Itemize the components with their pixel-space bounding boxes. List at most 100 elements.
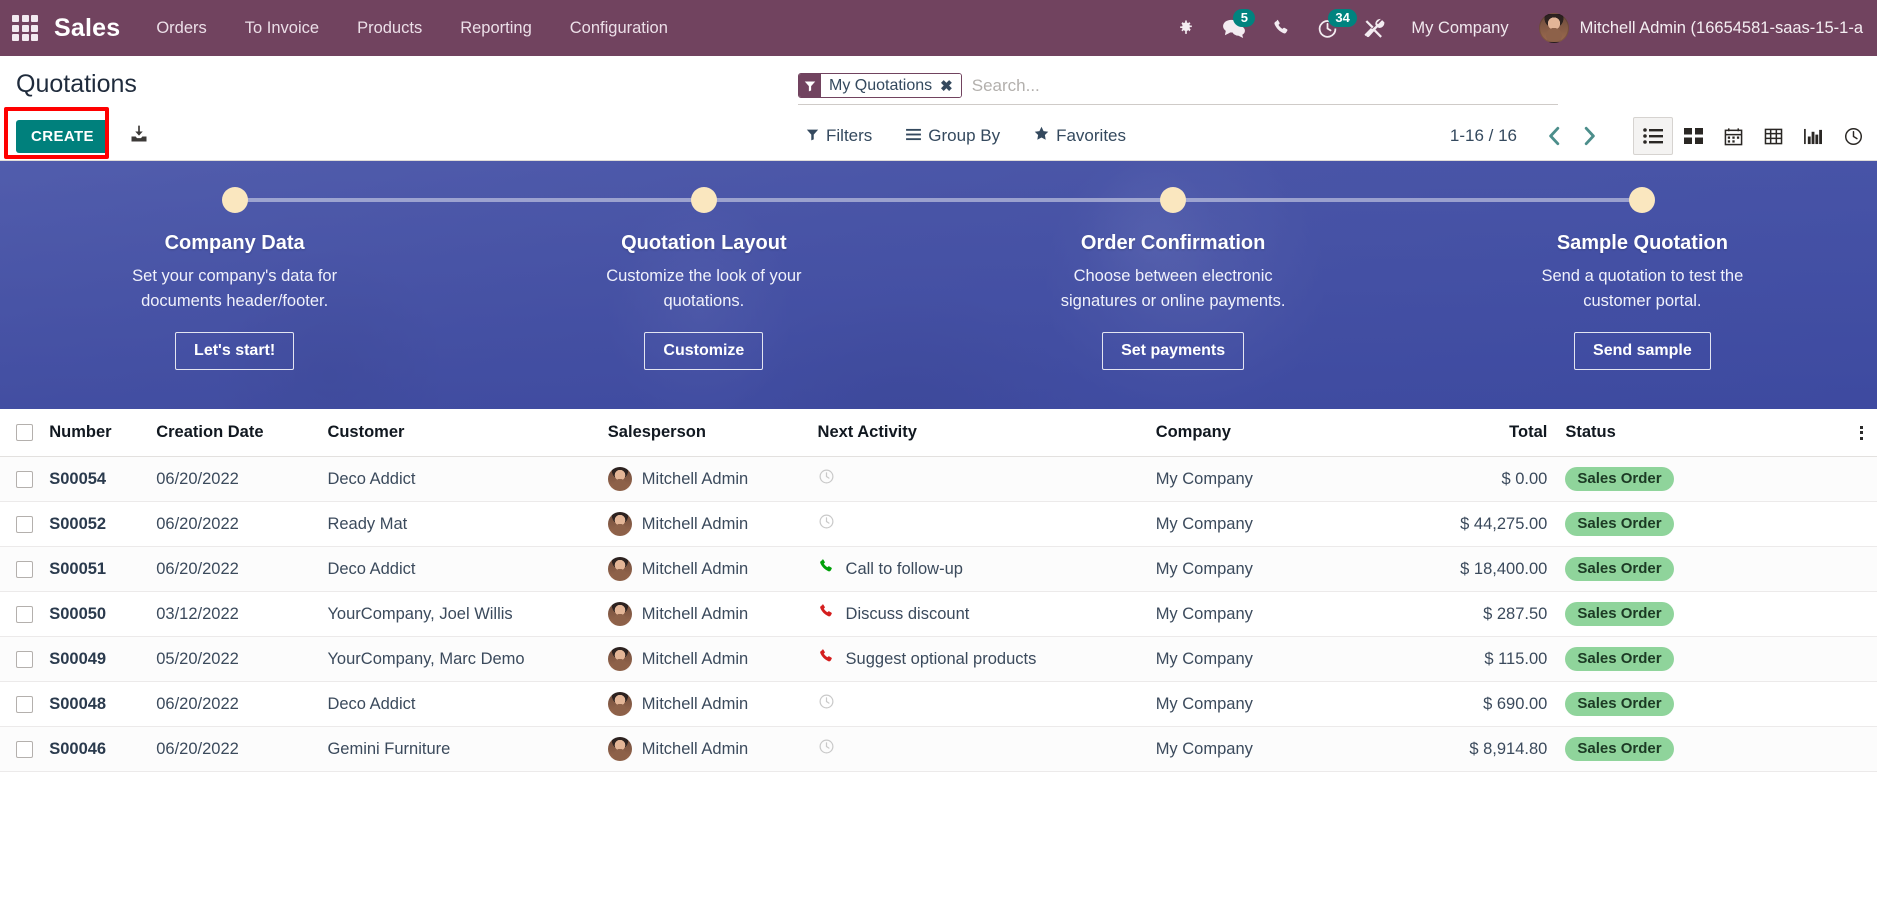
- cell-number[interactable]: S00048: [49, 681, 157, 727]
- list-view-icon[interactable]: [1633, 117, 1673, 155]
- activities-clock-icon[interactable]: 34: [1317, 8, 1357, 39]
- table-row[interactable]: S00054 06/20/2022 Deco Addict Mitchell A…: [0, 456, 1877, 502]
- cell-number[interactable]: S00046: [49, 726, 157, 772]
- column-header-creation-date[interactable]: Creation Date: [156, 409, 328, 457]
- cell-salesperson: Mitchell Admin: [607, 456, 818, 502]
- cell-total: $ 44,275.00: [1421, 501, 1548, 547]
- nav-item-products[interactable]: Products: [357, 19, 422, 38]
- step-connector-line: [703, 198, 1174, 202]
- chevron-right-icon[interactable]: [1572, 125, 1607, 147]
- import-download-icon[interactable]: [129, 124, 149, 149]
- row-optional-cell: [1846, 456, 1877, 502]
- activity-view-icon[interactable]: [1833, 117, 1873, 155]
- cell-number[interactable]: S00054: [49, 456, 157, 502]
- messages-icon[interactable]: 5: [1222, 9, 1256, 38]
- row-checkbox[interactable]: [16, 560, 33, 578]
- salesperson-name: Mitchell Admin: [641, 739, 749, 758]
- tools-icon[interactable]: [1364, 18, 1385, 39]
- row-checkbox[interactable]: [16, 695, 33, 713]
- table-row[interactable]: S00051 06/20/2022 Deco Addict Mitchell A…: [0, 546, 1877, 592]
- filters-dropdown[interactable]: Filters: [806, 126, 872, 146]
- nav-item-orders[interactable]: Orders: [156, 19, 206, 38]
- calendar-view-icon[interactable]: [1713, 117, 1753, 155]
- row-checkbox[interactable]: [16, 515, 33, 533]
- cell-creation-date: 06/20/2022: [156, 546, 328, 592]
- cell-salesperson: Mitchell Admin: [607, 681, 818, 727]
- nav-item-configuration[interactable]: Configuration: [570, 19, 668, 38]
- search-facet-my-quotations[interactable]: My Quotations ✖: [798, 73, 962, 98]
- optional-columns-icon[interactable]: [1847, 425, 1877, 440]
- group-by-dropdown[interactable]: Group By: [906, 126, 1000, 146]
- column-header-company[interactable]: Company: [1155, 409, 1422, 457]
- column-header-customer[interactable]: Customer: [327, 409, 608, 457]
- row-optional-cell: [1846, 636, 1877, 682]
- cell-next-activity[interactable]: Call to follow-up: [817, 546, 1156, 592]
- phone-icon[interactable]: [1272, 18, 1291, 38]
- row-checkbox[interactable]: [16, 605, 33, 623]
- select-all-checkbox[interactable]: [16, 424, 33, 441]
- cell-number[interactable]: S00049: [49, 636, 157, 682]
- row-checkbox[interactable]: [16, 470, 33, 488]
- navbar-company[interactable]: My Company: [1411, 19, 1508, 38]
- apps-grid-icon[interactable]: [10, 13, 40, 43]
- customize-button[interactable]: Customize: [644, 332, 764, 370]
- clock-icon: [818, 693, 835, 715]
- cell-number[interactable]: S00052: [49, 501, 157, 547]
- table-row[interactable]: S00046 06/20/2022 Gemini Furniture Mitch…: [0, 726, 1877, 772]
- table-row[interactable]: S00052 06/20/2022 Ready Mat Mitchell Adm…: [0, 501, 1877, 547]
- salesperson-name: Mitchell Admin: [641, 559, 749, 578]
- column-header-status[interactable]: Status: [1547, 409, 1847, 457]
- nav-item-reporting[interactable]: Reporting: [460, 19, 532, 38]
- table-header-row: Number Creation Date Customer Salesperso…: [0, 409, 1877, 457]
- send-sample-button[interactable]: Send sample: [1574, 332, 1711, 370]
- step-dot[interactable]: [1160, 187, 1187, 213]
- cell-next-activity[interactable]: [817, 456, 1156, 502]
- row-select-cell: [0, 501, 50, 547]
- cell-next-activity[interactable]: Suggest optional products: [817, 636, 1156, 682]
- cell-next-activity[interactable]: [817, 681, 1156, 727]
- table-row[interactable]: S00050 03/12/2022 YourCompany, Joel Will…: [0, 591, 1877, 637]
- cell-next-activity[interactable]: [817, 501, 1156, 547]
- top-navbar: Sales Orders To Invoice Products Reporti…: [0, 0, 1877, 56]
- column-header-next-activity[interactable]: Next Activity: [817, 409, 1156, 457]
- cell-number[interactable]: S00051: [49, 546, 157, 592]
- cell-company: My Company: [1155, 546, 1422, 592]
- table-row[interactable]: S00048 06/20/2022 Deco Addict Mitchell A…: [0, 681, 1877, 727]
- row-checkbox[interactable]: [16, 740, 33, 758]
- cell-next-activity[interactable]: [817, 726, 1156, 772]
- graph-view-icon[interactable]: [1793, 117, 1833, 155]
- salesperson-name: Mitchell Admin: [641, 514, 749, 533]
- step-dot[interactable]: [690, 187, 717, 213]
- cell-company: My Company: [1155, 636, 1422, 682]
- step-dot[interactable]: [1629, 187, 1656, 213]
- favorites-dropdown[interactable]: Favorites: [1034, 126, 1126, 146]
- chevron-left-icon[interactable]: [1537, 125, 1572, 147]
- column-header-salesperson[interactable]: Salesperson: [607, 409, 818, 457]
- user-menu[interactable]: Mitchell Admin (16654581-saas-15-1-a: [1538, 13, 1863, 43]
- lets-start-button[interactable]: Let's start!: [175, 332, 295, 370]
- pager-count[interactable]: 1-16 / 16: [1450, 126, 1517, 146]
- cell-total: $ 18,400.00: [1421, 546, 1548, 592]
- pivot-view-icon[interactable]: [1753, 117, 1793, 155]
- row-checkbox[interactable]: [16, 650, 33, 668]
- search-input[interactable]: [971, 75, 1558, 96]
- column-header-total[interactable]: Total: [1421, 409, 1548, 457]
- user-name-label: Mitchell Admin (16654581-saas-15-1-a: [1579, 18, 1863, 37]
- set-payments-button[interactable]: Set payments: [1102, 332, 1245, 370]
- nav-item-to-invoice[interactable]: To Invoice: [245, 19, 319, 38]
- phone-icon: [818, 558, 835, 580]
- step-dot[interactable]: [221, 187, 248, 213]
- table-row[interactable]: S00049 05/20/2022 YourCompany, Marc Demo…: [0, 636, 1877, 682]
- kanban-view-icon[interactable]: [1673, 117, 1713, 155]
- bug-icon[interactable]: [1176, 18, 1196, 38]
- app-brand-sales[interactable]: Sales: [54, 14, 120, 43]
- column-header-number[interactable]: Number: [49, 409, 157, 457]
- close-icon[interactable]: ✖: [940, 77, 953, 95]
- row-optional-cell: [1846, 726, 1877, 772]
- status-badge: Sales Order: [1565, 602, 1674, 626]
- cell-next-activity[interactable]: Discuss discount: [817, 591, 1156, 637]
- avatar: [607, 692, 632, 716]
- create-button[interactable]: CREATE: [16, 119, 109, 153]
- avatar: [607, 467, 632, 491]
- cell-number[interactable]: S00050: [49, 591, 157, 637]
